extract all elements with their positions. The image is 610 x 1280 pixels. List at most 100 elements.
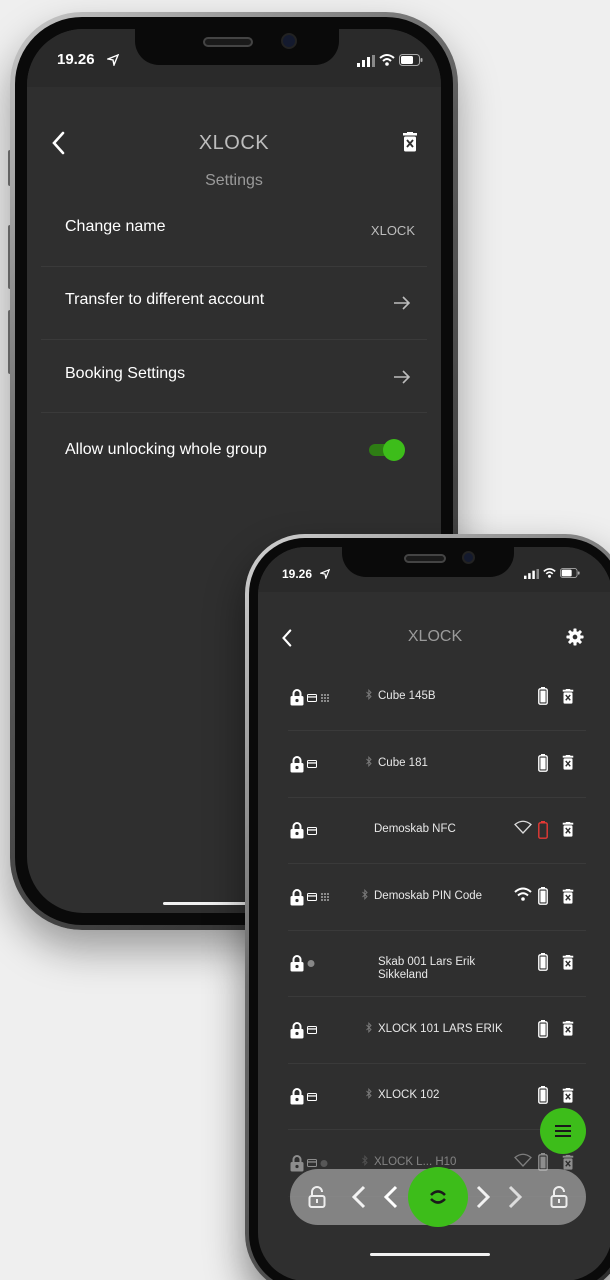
allow-unlock-group-row: Allow unlocking whole group (41, 414, 427, 486)
keypad-icon (321, 893, 329, 901)
change-name-row[interactable]: Change name XLOCK (41, 195, 427, 267)
unlock-icon[interactable] (308, 1186, 326, 1208)
transfer-account-row[interactable]: Transfer to different account (41, 268, 427, 340)
lock-type-icons (290, 822, 317, 839)
battery-icon (538, 820, 548, 839)
lock-type-icons (290, 755, 317, 773)
booking-settings-row[interactable]: Booking Settings (41, 341, 427, 413)
trash-icon[interactable] (562, 688, 574, 704)
bluetooth-indicator (362, 1154, 368, 1169)
transfer-account-label: Transfer to different account (65, 291, 265, 308)
trash-icon[interactable] (402, 132, 418, 152)
phone-bezel: 19.26 XLOCK Cube 145B Cube 181 Demoskab … (249, 538, 610, 1280)
lock-type-icons (290, 1021, 317, 1039)
sync-icon (430, 1190, 446, 1204)
lock-list-item[interactable]: Cube 181 (288, 732, 586, 798)
page-title: XLOCK (198, 132, 270, 154)
lock-status-icons (538, 687, 574, 705)
padlock-icon (290, 955, 304, 972)
wifi-icon (514, 1153, 532, 1167)
chevron-left-icon[interactable] (384, 1185, 398, 1209)
trash-icon[interactable] (562, 1154, 574, 1170)
menu-fab[interactable] (540, 1108, 586, 1154)
lock-type-icons (290, 1088, 317, 1105)
lock-name: Demoskab PIN Code (374, 889, 483, 902)
padlock-icon (290, 822, 304, 839)
allow-unlock-group-label: Allow unlocking whole group (65, 441, 267, 458)
forward-arrow-icon (394, 296, 411, 310)
bluetooth-icon (366, 755, 372, 767)
lock-type-icons (290, 689, 330, 706)
location-icon (320, 569, 330, 579)
lock-list-item[interactable]: Cube 145B (288, 665, 586, 731)
unlock-control-bar (290, 1167, 586, 1227)
lock-list-item[interactable]: Skab 001 Lars Erik Sikkeland (288, 931, 586, 997)
bluetooth-indicator (366, 1087, 372, 1102)
trash-icon[interactable] (562, 822, 574, 837)
lock-name: Skab 001 Lars Erik Sikkeland (378, 956, 476, 981)
page-subtitle: Settings (205, 172, 263, 189)
padlock-icon (290, 1021, 304, 1038)
lock-status-icons (538, 1019, 574, 1038)
signal-icon (524, 569, 539, 579)
card-icon (307, 1159, 317, 1167)
chevron-left-icon[interactable] (352, 1185, 366, 1209)
lock-name: XLOCK 102 (378, 1089, 440, 1101)
speaker (203, 37, 253, 47)
lock-list-item[interactable]: XLOCK 101 LARS ERIK (288, 998, 586, 1064)
trash-icon[interactable] (562, 755, 574, 770)
signal-icon (357, 55, 375, 67)
toggle-thumb (383, 439, 405, 461)
trash-icon[interactable] (562, 1087, 574, 1103)
lock-name: Cube 181 (378, 756, 428, 769)
lock-list-item[interactable]: Demoskab PIN Code (288, 865, 586, 931)
status-time: 19.26 (57, 51, 95, 68)
bluetooth-indicator (366, 1021, 372, 1036)
lock-status-icons (538, 753, 574, 772)
allow-unlock-group-toggle[interactable] (369, 439, 405, 461)
battery-status-icon (560, 568, 580, 578)
gear-icon[interactable] (566, 628, 584, 646)
battery-icon (538, 687, 548, 705)
wifi-status-icon (379, 54, 395, 66)
home-indicator (370, 1253, 490, 1256)
bluetooth-indicator (366, 755, 372, 770)
battery-icon (538, 1019, 548, 1038)
status-time: 19.26 (282, 567, 313, 581)
trash-icon[interactable] (562, 1021, 574, 1036)
battery-icon (538, 1086, 548, 1104)
unlock-icon[interactable] (550, 1186, 568, 1208)
battery-status-icon (399, 54, 423, 66)
battery-icon (538, 753, 548, 772)
bluetooth-icon (362, 1154, 368, 1166)
wifi-status-icon (543, 568, 556, 578)
lock-list-item[interactable]: Demoskab NFC (288, 798, 586, 864)
phone-lock-list: 19.26 XLOCK Cube 145B Cube 181 Demoskab … (245, 534, 610, 1280)
change-name-value: XLOCK (370, 223, 415, 238)
status-bar: 19.26 (27, 29, 441, 87)
stage: 19.26 XLOCK Settings Change name XLOCK T… (0, 0, 610, 1280)
wifi-icon (514, 887, 532, 901)
battery-icon (538, 953, 548, 971)
trash-icon[interactable] (562, 888, 574, 904)
front-camera (462, 551, 475, 564)
sync-button[interactable] (408, 1167, 468, 1227)
chevron-right-icon[interactable] (508, 1185, 522, 1209)
forward-arrow-icon (394, 370, 411, 384)
trash-icon[interactable] (562, 954, 574, 970)
bluetooth-indicator (362, 888, 368, 903)
page-title: XLOCK (407, 628, 463, 645)
card-icon (307, 760, 317, 768)
notch (342, 547, 514, 577)
battery-icon (538, 887, 548, 905)
lock-type-icons (290, 888, 330, 906)
card-icon (307, 693, 317, 702)
lock-status-icons (538, 1086, 574, 1104)
keypad-icon (321, 693, 329, 702)
fingerprint-icon (307, 960, 315, 967)
booking-settings-label: Booking Settings (65, 365, 186, 382)
lock-type-icons (290, 955, 315, 972)
chevron-right-icon[interactable] (476, 1185, 490, 1209)
lock-name: Cube 145B (378, 690, 436, 702)
lock-status-icons (514, 820, 574, 839)
